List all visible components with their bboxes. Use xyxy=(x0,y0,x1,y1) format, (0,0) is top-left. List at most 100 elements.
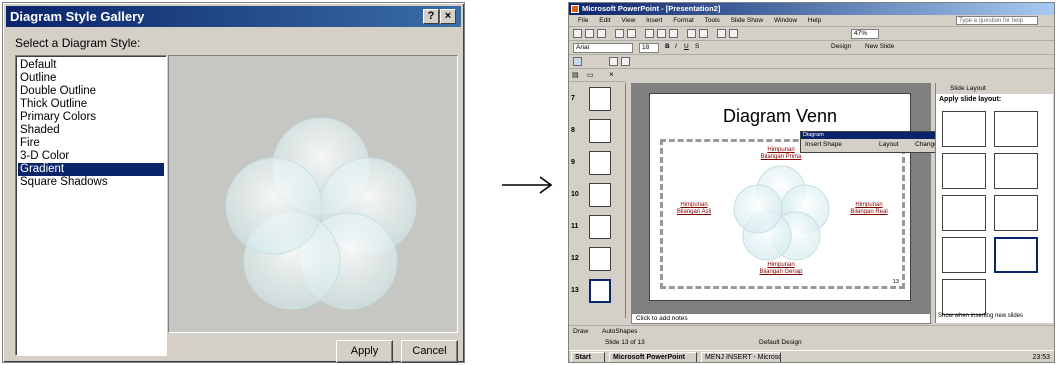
insert-shape-button[interactable]: Insert Shape xyxy=(805,141,842,148)
list-item-selected[interactable]: Gradient xyxy=(18,163,164,176)
chart-icon[interactable] xyxy=(717,29,726,38)
copy-icon[interactable] xyxy=(657,29,666,38)
menu-view[interactable]: View xyxy=(621,15,635,26)
slides-tab[interactable]: ▭ xyxy=(587,71,594,79)
menu-insert[interactable]: Insert xyxy=(646,15,662,26)
start-button[interactable]: Start xyxy=(571,352,605,362)
thumb-row[interactable]: 10 xyxy=(571,183,619,213)
slide-thumbnail[interactable] xyxy=(589,87,611,111)
thumb-number: 9 xyxy=(571,159,575,166)
menu-file[interactable]: File xyxy=(578,15,588,26)
comment-icon[interactable] xyxy=(621,57,630,66)
layout-thumbnail[interactable] xyxy=(994,153,1038,189)
layout-thumbnail-selected[interactable] xyxy=(994,237,1038,273)
show-when-inserting-checkbox[interactable]: Show when inserting new slides xyxy=(938,313,1023,319)
thumb-row[interactable]: 13 xyxy=(571,279,619,309)
slide-editor: Diagram Venn Himpunan Bilangan Prima Him… xyxy=(631,83,958,313)
menu-window[interactable]: Window xyxy=(774,15,797,26)
task-pane-header[interactable]: Slide Layout xyxy=(936,83,1053,94)
shadow-icon[interactable]: S xyxy=(695,43,699,50)
list-item[interactable]: 3-D Color xyxy=(18,150,164,163)
ppt-title-bar: Microsoft PowerPoint - [Presentation2] xyxy=(569,3,1054,15)
layout-thumbnail[interactable] xyxy=(942,279,986,315)
layout-thumbnail[interactable] xyxy=(942,111,986,147)
list-item[interactable]: Square Shadows xyxy=(18,176,164,189)
menu-slideshow[interactable]: Slide Show xyxy=(731,15,764,26)
notes-pane[interactable]: Click to add notes xyxy=(631,313,931,324)
font-name-select[interactable]: Arial xyxy=(573,43,633,53)
thumb-row[interactable]: 7 xyxy=(571,87,619,117)
list-item[interactable]: Thick Outline xyxy=(18,98,164,111)
diagram-toolbar-caption: Diagram xyxy=(801,132,957,139)
slide-thumbnail[interactable] xyxy=(589,151,611,175)
list-item[interactable]: Fire xyxy=(18,137,164,150)
bold-icon[interactable]: B xyxy=(665,43,670,50)
review-icon[interactable] xyxy=(573,57,582,66)
print-icon[interactable] xyxy=(615,29,624,38)
undo-icon[interactable] xyxy=(687,29,696,38)
venn-label-right[interactable]: Himpunan Bilangan Real xyxy=(841,202,897,216)
markup-icon[interactable] xyxy=(609,57,618,66)
italic-icon[interactable]: I xyxy=(675,43,677,50)
close-icon[interactable]: × xyxy=(440,9,456,24)
diagram-frame[interactable]: Himpunan Bilangan Prima Himpunan Bilanga… xyxy=(660,139,905,289)
layout-button[interactable]: Layout xyxy=(879,141,899,148)
help-search-input[interactable]: Type a question for help xyxy=(956,16,1038,25)
redo-icon[interactable] xyxy=(699,29,708,38)
cancel-button[interactable]: Cancel xyxy=(401,340,458,363)
layout-thumbnail[interactable] xyxy=(942,195,986,231)
draw-menu[interactable]: Draw xyxy=(573,328,588,335)
save-icon[interactable] xyxy=(597,29,606,38)
layout-thumbnail[interactable] xyxy=(942,237,986,273)
layout-thumbnail[interactable] xyxy=(942,153,986,189)
cut-icon[interactable] xyxy=(645,29,654,38)
design-button[interactable]: Design xyxy=(831,43,851,50)
underline-icon[interactable]: U xyxy=(684,43,689,50)
autoshapes-menu[interactable]: AutoShapes xyxy=(602,328,637,335)
clock: 23:53 xyxy=(1032,354,1050,361)
font-size-select[interactable]: 18 xyxy=(639,43,659,53)
venn-preview-image xyxy=(225,117,417,310)
list-item[interactable]: Shaded xyxy=(18,124,164,137)
powerpoint-window: Microsoft PowerPoint - [Presentation2] F… xyxy=(568,2,1055,363)
list-item[interactable]: Outline xyxy=(18,72,164,85)
menu-tools[interactable]: Tools xyxy=(705,15,720,26)
slide-thumbnail[interactable] xyxy=(589,119,611,143)
help-icon[interactable]: ? xyxy=(423,9,439,24)
slide-canvas[interactable]: Diagram Venn Himpunan Bilangan Prima Him… xyxy=(649,93,958,301)
preview-icon[interactable] xyxy=(627,29,636,38)
menu-format[interactable]: Format xyxy=(673,15,694,26)
list-item[interactable]: Default xyxy=(18,59,164,72)
new-icon[interactable] xyxy=(573,29,582,38)
thumb-row[interactable]: 11 xyxy=(571,215,619,245)
taskbar-powerpoint[interactable]: Microsoft PowerPoint xyxy=(609,352,697,362)
paste-icon[interactable] xyxy=(669,29,678,38)
slide-thumbnail[interactable] xyxy=(589,247,611,271)
menu-help[interactable]: Help xyxy=(808,15,821,26)
layout-thumbnail[interactable] xyxy=(994,111,1038,147)
close-pane-icon[interactable]: × xyxy=(609,70,614,79)
menu-edit[interactable]: Edit xyxy=(599,15,610,26)
outline-tab[interactable]: ▤ xyxy=(572,71,579,79)
list-item[interactable]: Double Outline xyxy=(18,85,164,98)
slide-thumbnail[interactable] xyxy=(589,215,611,239)
thumb-row[interactable]: 12 xyxy=(571,247,619,277)
table-icon[interactable] xyxy=(729,29,738,38)
slide-thumbnail[interactable] xyxy=(589,183,611,207)
apply-button[interactable]: Apply xyxy=(336,340,393,363)
venn-label-bottom[interactable]: Himpunan Bilangan Genap xyxy=(751,262,811,276)
slide-thumbnail-selected[interactable] xyxy=(589,279,611,303)
layout-thumbnail[interactable] xyxy=(994,195,1038,231)
style-list[interactable]: Default Outline Double Outline Thick Out… xyxy=(15,55,167,356)
thumb-row[interactable]: 9 xyxy=(571,151,619,181)
zoom-select[interactable]: 47% xyxy=(851,29,879,39)
select-style-label: Select a Diagram Style: xyxy=(15,36,141,50)
thumb-row[interactable]: 8 xyxy=(571,119,619,149)
open-icon[interactable] xyxy=(585,29,594,38)
new-slide-button[interactable]: New Slide xyxy=(865,43,894,50)
list-item[interactable]: Primary Colors xyxy=(18,111,164,124)
venn-label-left[interactable]: Himpunan Bilangan Asli xyxy=(669,202,719,216)
diagram-style-gallery-dialog: Diagram Style Gallery ? × Select a Diagr… xyxy=(2,2,465,363)
taskbar-word[interactable]: MENJ INSERT - Microsoft... xyxy=(701,352,781,362)
slide-title[interactable]: Diagram Venn xyxy=(650,106,910,127)
